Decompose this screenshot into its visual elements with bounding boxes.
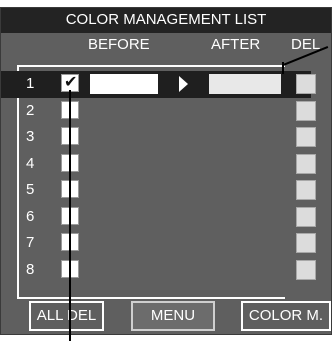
- row-delete-button[interactable]: [296, 74, 316, 94]
- list-row[interactable]: 8: [1, 257, 316, 284]
- after-color-swatch: [209, 74, 281, 94]
- before-color-swatch: [90, 74, 158, 94]
- color-m-button[interactable]: COLOR M.: [241, 301, 331, 331]
- row-number: 5: [26, 181, 35, 198]
- list-row[interactable]: 2: [1, 98, 316, 125]
- menu-button[interactable]: MENU: [131, 301, 215, 331]
- row-number: 6: [26, 207, 35, 225]
- row-number: 1: [26, 75, 35, 92]
- row-delete-button[interactable]: [296, 259, 316, 280]
- row-number: 7: [26, 234, 35, 251]
- callout-line-checkbox: [69, 90, 71, 341]
- list-row[interactable]: 7: [1, 230, 316, 257]
- list-row[interactable]: 5: [1, 177, 316, 204]
- row-delete-button[interactable]: [296, 100, 316, 121]
- list-row[interactable]: 6: [1, 204, 316, 231]
- panel-title: COLOR MANAGEMENT LIST: [1, 8, 331, 33]
- list-row[interactable]: 4: [1, 151, 316, 178]
- row-delete-button[interactable]: [296, 180, 316, 200]
- color-management-panel: COLOR MANAGEMENT LIST BEFORE AFTER DEL 1…: [0, 7, 332, 335]
- row-delete-button[interactable]: [296, 127, 316, 147]
- checkmark-icon: ✔: [64, 72, 78, 91]
- list-row[interactable]: 1 ✔: [1, 71, 316, 98]
- row-delete-button[interactable]: [296, 206, 316, 227]
- row-number: 8: [26, 260, 35, 278]
- after-column-header: AFTER: [211, 36, 261, 53]
- arrow-right-icon: [179, 76, 188, 92]
- list-row[interactable]: 3: [1, 124, 316, 151]
- before-column-header: BEFORE: [88, 36, 150, 53]
- row-number: 4: [26, 154, 35, 172]
- row-number: 3: [26, 128, 35, 145]
- all-del-button[interactable]: ALL DEL: [29, 301, 104, 331]
- row-number: 2: [26, 101, 35, 119]
- row-delete-button[interactable]: [296, 153, 316, 174]
- row-delete-button[interactable]: [296, 233, 316, 253]
